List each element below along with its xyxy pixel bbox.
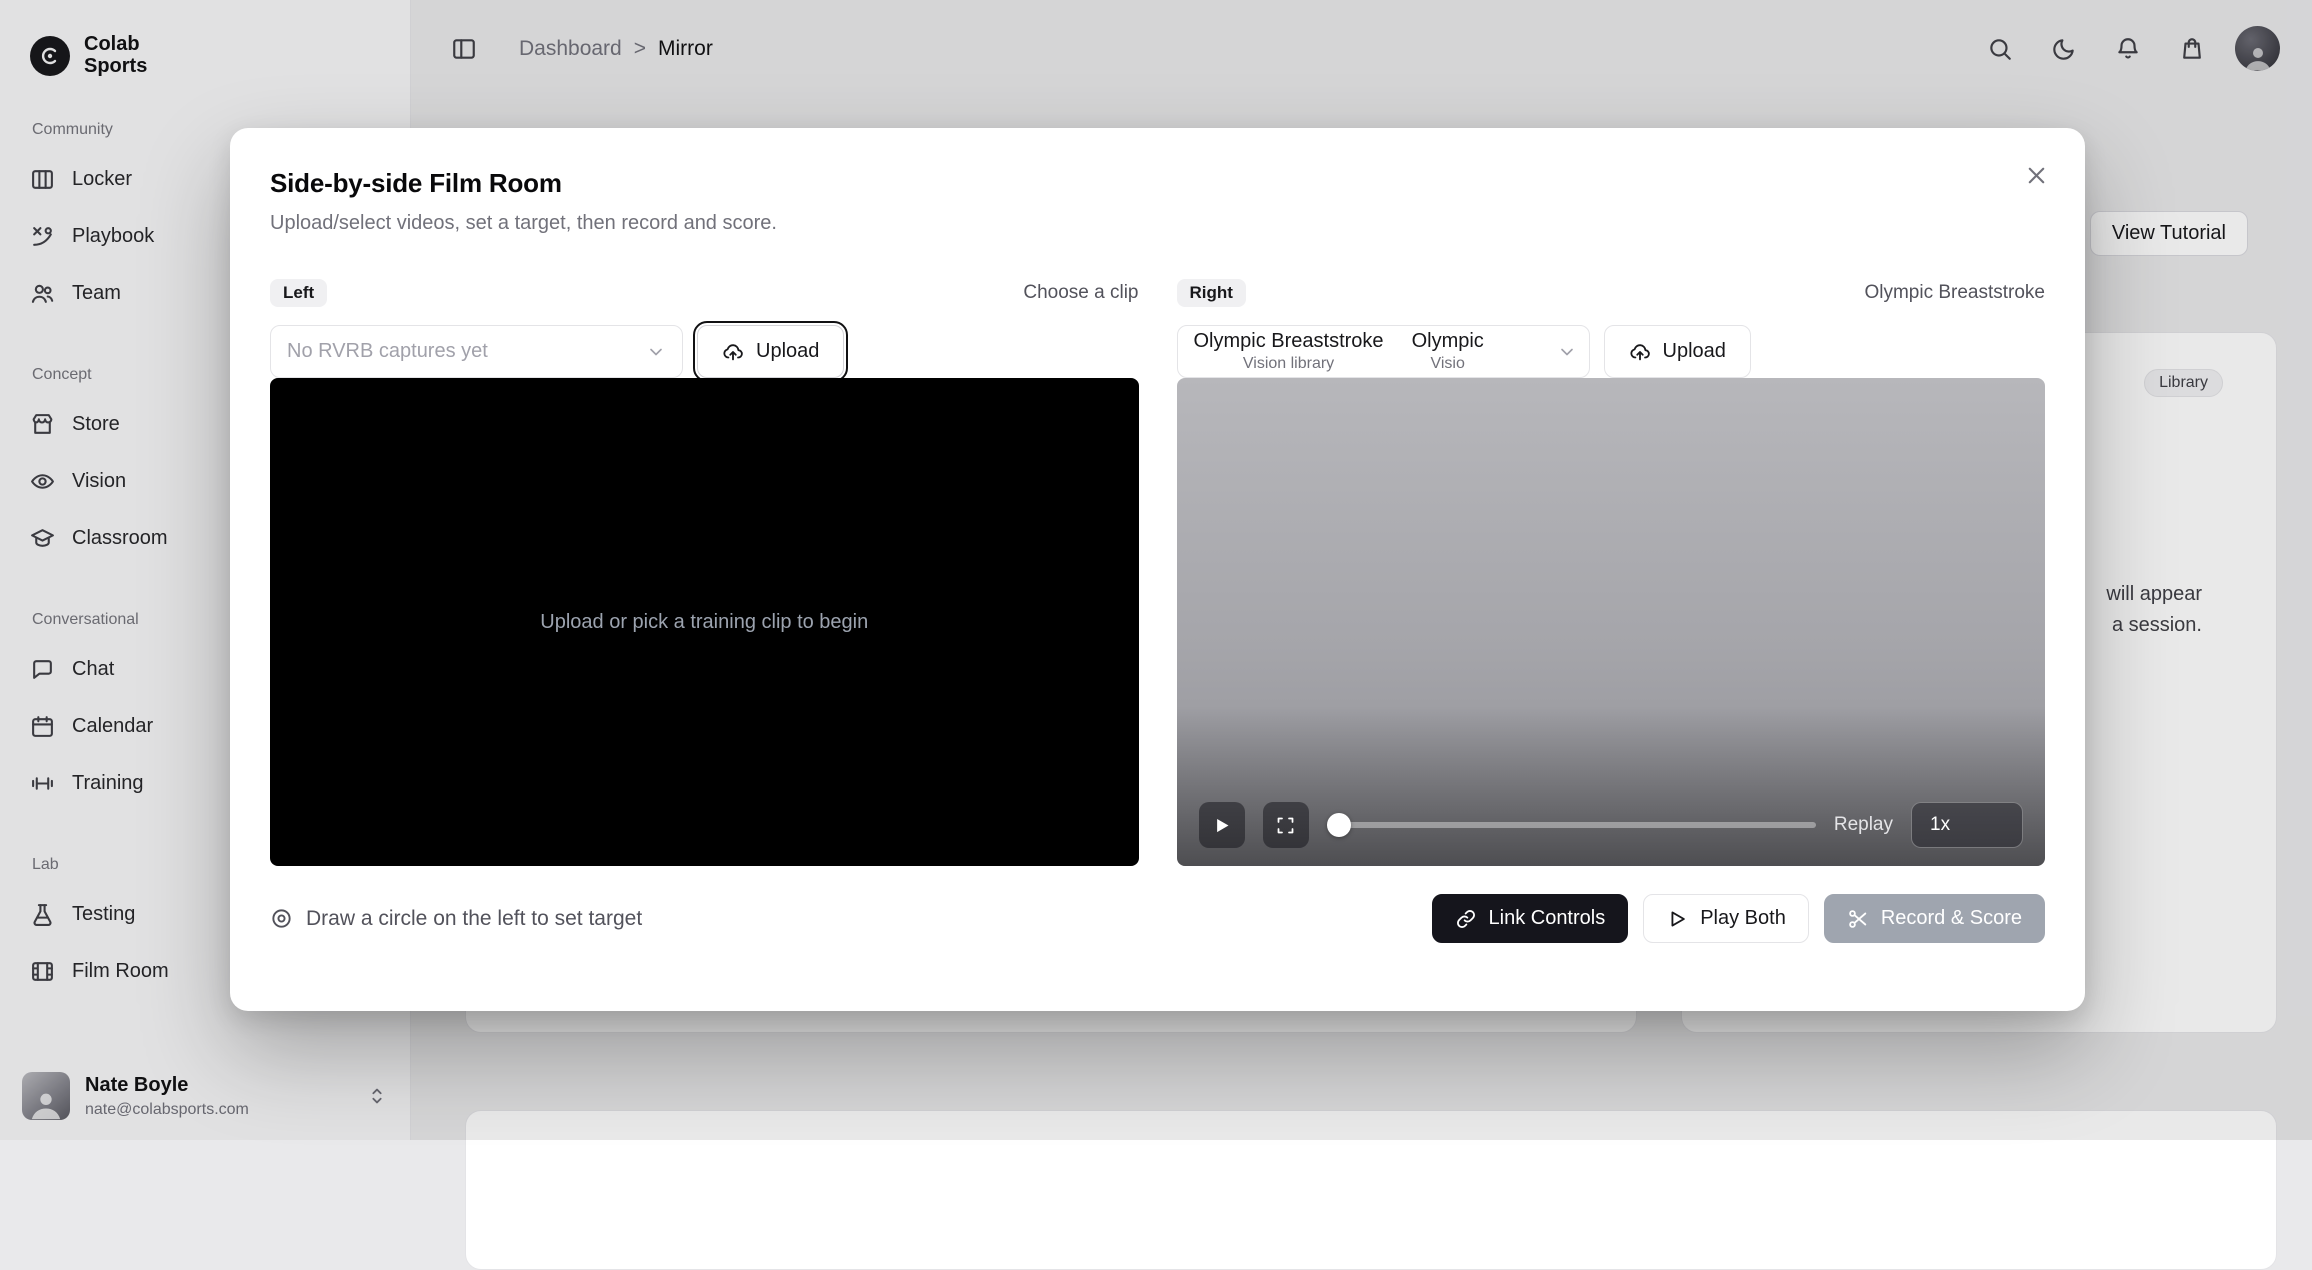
selected-clip-name: Olympic Breaststroke bbox=[1194, 330, 1384, 353]
play-icon bbox=[1211, 815, 1232, 836]
cloud-upload-icon bbox=[722, 341, 744, 363]
link-icon bbox=[1455, 908, 1477, 930]
play-both-button[interactable]: Play Both bbox=[1643, 894, 1809, 943]
next-clip-name: Olympic bbox=[1412, 330, 1484, 353]
right-panel-header: Right Olympic Breaststroke bbox=[1177, 277, 2046, 309]
link-controls-label: Link Controls bbox=[1489, 907, 1606, 930]
right-upload-label: Upload bbox=[1663, 340, 1726, 363]
chevron-down-icon bbox=[1557, 342, 1577, 362]
play-both-label: Play Both bbox=[1700, 907, 1786, 930]
close-button[interactable] bbox=[2019, 158, 2053, 192]
left-caption: Choose a clip bbox=[1023, 282, 1138, 304]
dialog-title: Side-by-side Film Room bbox=[270, 168, 2045, 199]
right-video-player[interactable]: Replay 1x bbox=[1177, 378, 2046, 866]
record-score-button[interactable]: Record & Score bbox=[1824, 894, 2045, 943]
right-select-value: Olympic Breaststroke Olympic Vision libr… bbox=[1194, 330, 1484, 373]
right-caption: Olympic Breaststroke bbox=[1864, 282, 2045, 304]
left-controls-row: No RVRB captures yet Upload bbox=[270, 325, 1139, 378]
target-hint: Draw a circle on the left to set target bbox=[270, 907, 642, 931]
dialog-subtitle: Upload/select videos, set a target, then… bbox=[270, 212, 2045, 235]
left-badge: Left bbox=[270, 279, 327, 307]
left-video-canvas[interactable]: Upload or pick a training clip to begin bbox=[270, 378, 1139, 866]
dialog-actions: Link Controls Play Both Record & Score bbox=[1432, 894, 2046, 943]
seek-track bbox=[1327, 822, 1816, 828]
chevron-down-icon bbox=[646, 342, 666, 362]
left-video-placeholder: Upload or pick a training clip to begin bbox=[540, 611, 868, 634]
left-select-value: No RVRB captures yet bbox=[287, 340, 488, 363]
fullscreen-button[interactable] bbox=[1263, 802, 1309, 848]
next-clip-source: Visio bbox=[1412, 355, 1484, 373]
target-hint-text: Draw a circle on the left to set target bbox=[306, 907, 642, 931]
seek-slider[interactable] bbox=[1327, 802, 1816, 848]
link-controls-button[interactable]: Link Controls bbox=[1432, 894, 1629, 943]
left-clip-select[interactable]: No RVRB captures yet bbox=[270, 325, 683, 378]
playback-speed-select[interactable]: 1x bbox=[1911, 802, 2023, 848]
scissors-icon bbox=[1847, 908, 1869, 930]
left-clip-panel: Left Choose a clip No RVRB captures yet … bbox=[270, 277, 1139, 866]
left-upload-button[interactable]: Upload bbox=[697, 325, 844, 378]
close-icon bbox=[2025, 164, 2048, 187]
target-icon bbox=[270, 907, 293, 930]
maximize-icon bbox=[1275, 815, 1296, 836]
right-badge: Right bbox=[1177, 279, 1246, 307]
right-clip-panel: Right Olympic Breaststroke Olympic Breas… bbox=[1177, 277, 2046, 866]
dialog-footer: Draw a circle on the left to set target … bbox=[270, 894, 2045, 943]
selected-clip-source: Vision library bbox=[1194, 355, 1384, 373]
replay-label: Replay bbox=[1834, 814, 1893, 836]
right-controls-row: Olympic Breaststroke Olympic Vision libr… bbox=[1177, 325, 2046, 378]
right-clip-select[interactable]: Olympic Breaststroke Olympic Vision libr… bbox=[1177, 325, 1590, 378]
seek-handle[interactable] bbox=[1327, 813, 1351, 837]
right-upload-button[interactable]: Upload bbox=[1604, 325, 1751, 378]
play-button[interactable] bbox=[1199, 802, 1245, 848]
left-panel-header: Left Choose a clip bbox=[270, 277, 1139, 309]
right-video-controls: Replay 1x bbox=[1177, 784, 2046, 866]
record-score-label: Record & Score bbox=[1881, 907, 2022, 930]
left-upload-label: Upload bbox=[756, 340, 819, 363]
cloud-upload-icon bbox=[1629, 341, 1651, 363]
clip-columns: Left Choose a clip No RVRB captures yet … bbox=[270, 277, 2045, 866]
film-room-dialog: Side-by-side Film Room Upload/select vid… bbox=[230, 128, 2085, 1011]
play-outline-icon bbox=[1666, 908, 1688, 930]
